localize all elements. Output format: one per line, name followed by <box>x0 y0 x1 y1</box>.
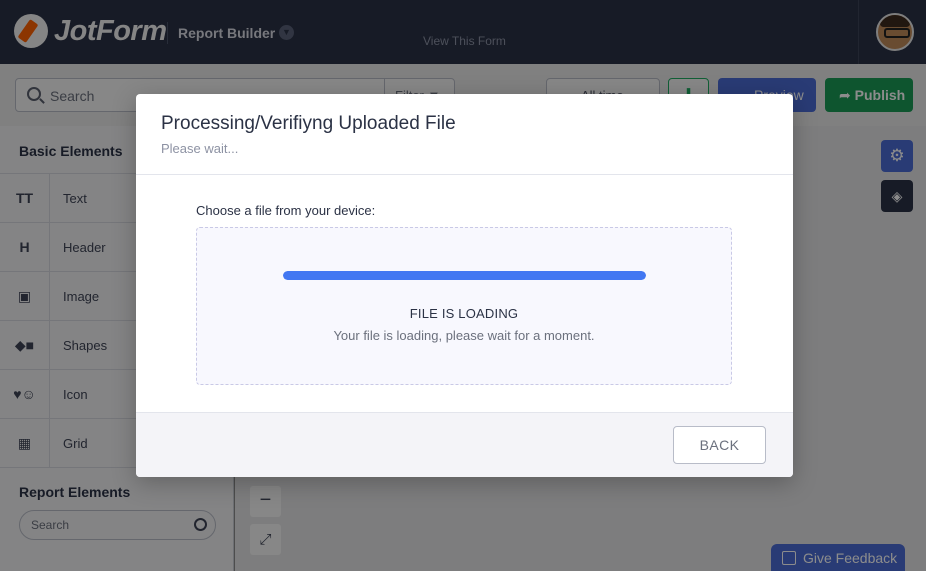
modal-header: Processing/Verifiyng Uploaded File Pleas… <box>136 94 793 175</box>
upload-progress-fill <box>283 271 646 280</box>
modal-subtitle: Please wait... <box>161 141 239 156</box>
file-loading-description: Your file is loading, please wait for a … <box>333 328 595 343</box>
upload-processing-modal: Processing/Verifiyng Uploaded File Pleas… <box>136 94 793 477</box>
upload-progress-bar <box>283 271 646 280</box>
modal-title: Processing/Verifiyng Uploaded File <box>161 113 456 134</box>
modal-body: Choose a file from your device: FILE IS … <box>136 175 793 412</box>
choose-file-label: Choose a file from your device: <box>196 203 376 218</box>
back-button[interactable]: BACK <box>673 426 766 464</box>
modal-footer: BACK <box>136 412 793 477</box>
file-dropzone[interactable]: FILE IS LOADING Your file is loading, pl… <box>196 227 732 385</box>
file-loading-title: FILE IS LOADING <box>409 306 519 321</box>
